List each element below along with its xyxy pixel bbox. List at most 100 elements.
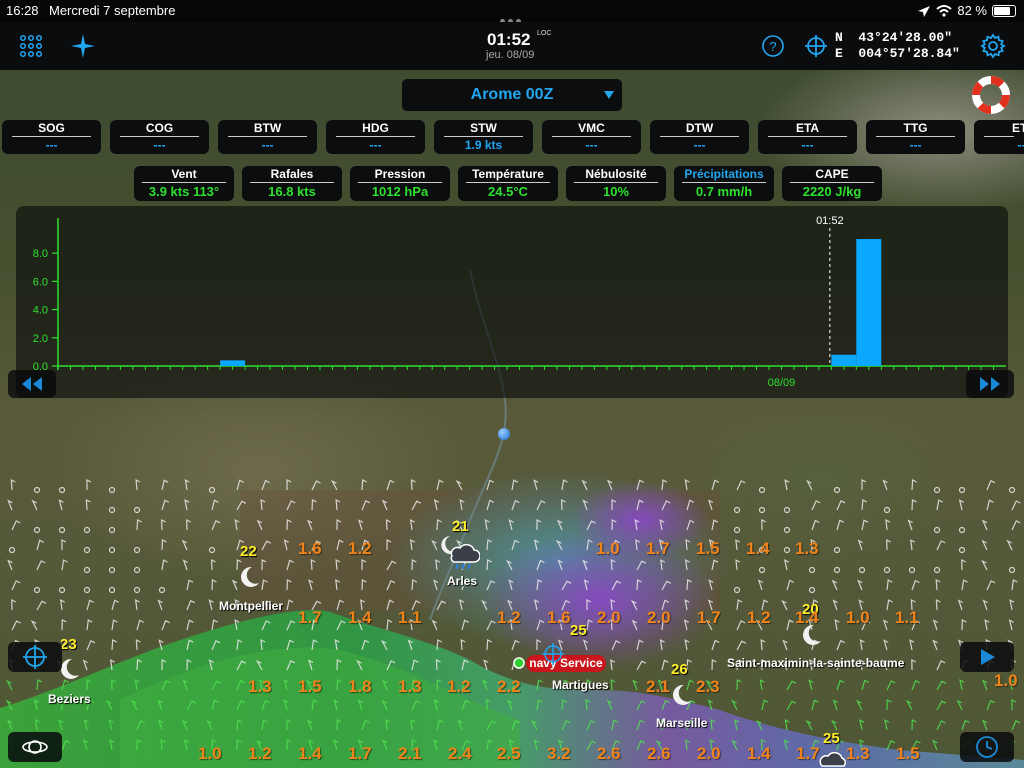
- weather-cell-gusts[interactable]: Rafales 16.8 kts: [242, 166, 342, 201]
- city-label-martigues: Martigues: [552, 678, 609, 692]
- nav-cell-btw[interactable]: BTW ---: [218, 120, 317, 154]
- gust-value: 1.0: [846, 608, 870, 627]
- lifebuoy-icon[interactable]: [972, 76, 1010, 114]
- nav-cell-value: ---: [693, 138, 706, 152]
- wind-barb: [1011, 699, 1017, 711]
- green-pin-icon[interactable]: [512, 656, 526, 670]
- crosshair-icon: [542, 643, 564, 665]
- precipitation-bar: [831, 354, 857, 366]
- nav-cell-eta[interactable]: ETA ---: [758, 120, 857, 154]
- rewind-button[interactable]: [8, 370, 56, 398]
- weather-cell-value: 10%: [602, 184, 630, 199]
- nav-cell-dtw[interactable]: DTW ---: [650, 120, 749, 154]
- wind-barb: [135, 478, 141, 491]
- fast-forward-button[interactable]: [966, 370, 1014, 398]
- wind-barb: [735, 539, 741, 551]
- settings-gear-icon[interactable]: [978, 31, 1008, 61]
- calm-wind-marker: [758, 566, 766, 574]
- weather-cell-precipitation[interactable]: Précipitations 0.7 mm/h: [674, 166, 774, 201]
- navy-service-marker[interactable]: navy Service: [526, 655, 606, 672]
- center-on-position-button[interactable]: [8, 642, 62, 672]
- gust-value: 1.7: [646, 539, 670, 558]
- calm-wind-marker: [108, 566, 116, 574]
- wind-barb: [736, 679, 742, 691]
- gust-value: 1.3: [248, 677, 272, 696]
- gust-value: 1.1: [398, 608, 422, 627]
- wind-barb: [736, 599, 743, 611]
- wind-barb: [361, 479, 367, 491]
- help-icon[interactable]: ?: [758, 31, 788, 61]
- battery-icon: [992, 5, 1016, 17]
- wind-barb: [805, 719, 813, 731]
- wind-barb: [981, 719, 988, 731]
- calm-wind-marker: [783, 506, 791, 514]
- wind-barb: [958, 499, 964, 511]
- time-picker-button[interactable]: [960, 732, 1014, 762]
- calm-wind-marker: [933, 566, 941, 574]
- wind-barb: [157, 599, 163, 611]
- calm-wind-marker: [858, 566, 866, 574]
- weather-cell-value: 3.9 kts 113°: [148, 184, 220, 199]
- wind-barb: [11, 520, 21, 531]
- boat-position-marker[interactable]: [498, 428, 510, 440]
- weather-cell-cloud-cover[interactable]: Nébulosité 10%: [566, 166, 666, 201]
- lon-hemisphere: E: [835, 46, 843, 61]
- calm-wind-marker: [133, 546, 141, 554]
- wind-barb: [808, 679, 814, 691]
- nav-cell-eta-2[interactable]: ETA ---: [974, 120, 1024, 154]
- multitask-dots-icon[interactable]: [500, 9, 524, 24]
- nav-cell-vmc[interactable]: VMC ---: [542, 120, 641, 154]
- wind-barb: [11, 620, 21, 631]
- wind-barb: [986, 580, 996, 591]
- nav-cell-value: ---: [45, 138, 58, 152]
- gust-value: 1.7: [697, 608, 721, 627]
- wind-barb: [160, 519, 166, 531]
- wind-barb: [31, 499, 38, 511]
- calm-wind-marker: [108, 586, 116, 594]
- wind-barb: [932, 639, 938, 651]
- gust-value: 1.3: [795, 539, 819, 558]
- wind-barb: [61, 539, 67, 551]
- wind-barb: [911, 719, 917, 731]
- nav-cell-hdg[interactable]: HDG ---: [326, 120, 425, 154]
- crosshair-icon[interactable]: [801, 31, 831, 61]
- weather-cell-cape[interactable]: CAPE 2220 J/kg: [782, 166, 882, 201]
- wind-barb: [986, 499, 994, 511]
- calm-wind-marker: [208, 486, 216, 494]
- nav-cell-cog[interactable]: COG ---: [110, 120, 209, 154]
- current-time-label: 01:52: [816, 215, 844, 227]
- weather-cell-value: 24.5°C: [488, 184, 528, 199]
- calm-wind-marker: [83, 526, 91, 534]
- calm-wind-marker: [1008, 566, 1016, 574]
- wind-barb: [736, 640, 747, 651]
- calm-wind-marker: [83, 546, 91, 554]
- wind-barb: [836, 639, 845, 651]
- nav-cell-stw[interactable]: STW 1.9 kts: [434, 120, 533, 154]
- weather-cell-temperature[interactable]: Température 24.5°C: [458, 166, 558, 201]
- nav-cell-sog[interactable]: SOG ---: [2, 120, 101, 154]
- wind-barb: [460, 638, 466, 651]
- weather-model-selector[interactable]: Arome 00Z: [402, 79, 622, 111]
- compass-star-icon[interactable]: [68, 31, 98, 61]
- calm-wind-marker: [833, 546, 841, 554]
- rotate-map-button[interactable]: [8, 732, 62, 762]
- clock-time: 01:52: [487, 30, 531, 49]
- wind-barb: [186, 599, 195, 611]
- gust-value: 1.5: [298, 677, 322, 696]
- wind-barb: [7, 499, 13, 511]
- play-animation-button[interactable]: [960, 642, 1014, 672]
- wind-barb: [1011, 719, 1021, 731]
- wind-barb: [857, 579, 863, 591]
- weather-cell-pressure[interactable]: Pression 1012 hPa: [350, 166, 450, 201]
- wind-barb: [1008, 619, 1014, 631]
- grid-menu-icon[interactable]: [16, 31, 46, 61]
- gust-value: 1.7: [796, 744, 820, 763]
- nav-cell-title: DTW: [685, 121, 714, 135]
- nav-cell-ttg[interactable]: TTG ---: [866, 120, 965, 154]
- weather-cell-wind[interactable]: Vent 3.9 kts 113°: [134, 166, 234, 201]
- precipitation-chart[interactable]: 0.02.04.06.08.008/0901:52: [16, 206, 1008, 398]
- wind-barb: [882, 619, 889, 631]
- wind-barb: [311, 480, 321, 491]
- gust-value: 3.2: [547, 744, 571, 763]
- wind-barb: [911, 579, 920, 591]
